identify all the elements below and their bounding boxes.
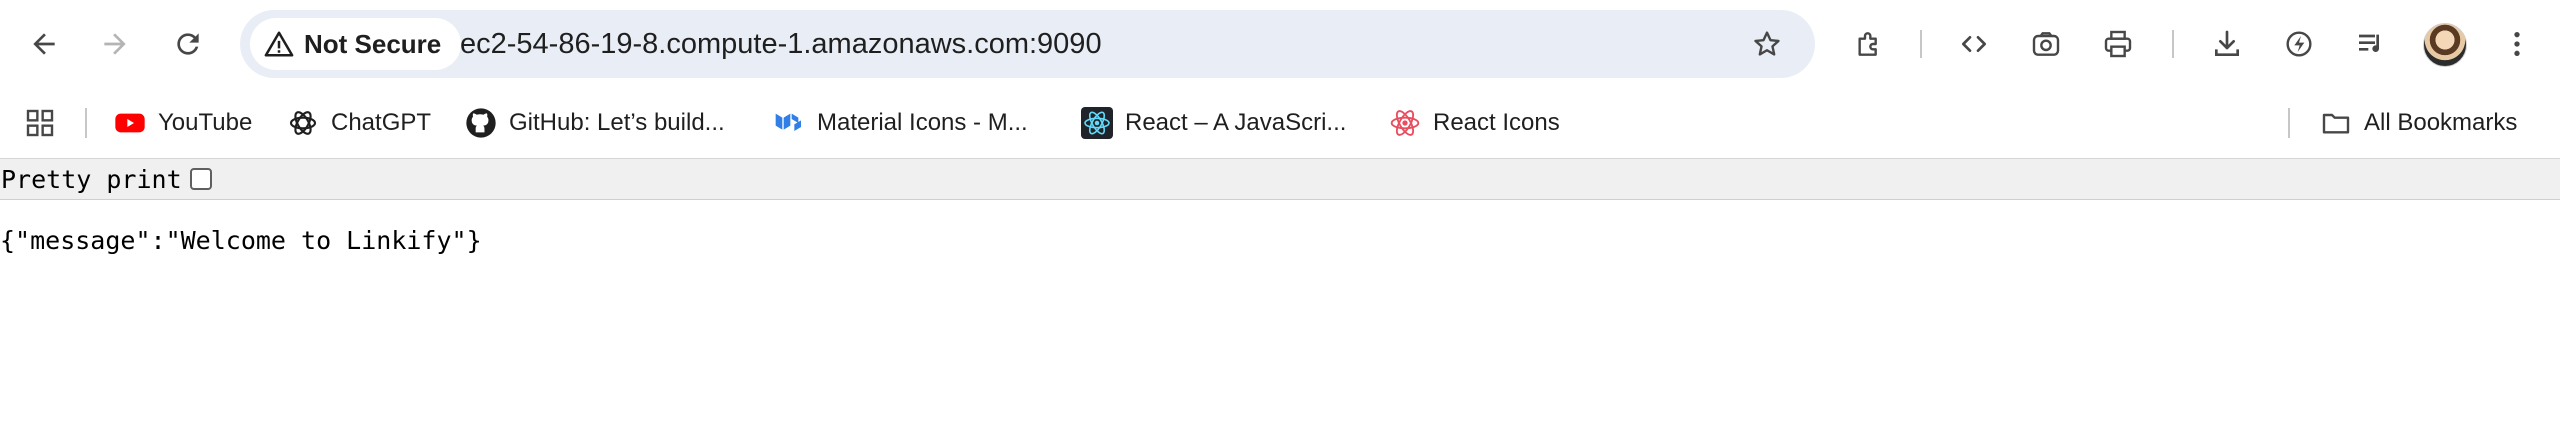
kebab-menu-icon: [2514, 32, 2520, 56]
bookmark-label: React Icons: [1433, 109, 1560, 136]
bookmark-youtube[interactable]: YouTube: [114, 88, 252, 158]
toolbar-divider: [2172, 30, 2174, 58]
performance-button[interactable]: [2277, 22, 2321, 66]
bookmarks-divider: [2288, 108, 2290, 138]
bookmark-label: GitHub: Let’s build...: [509, 109, 725, 136]
code-icon: [1962, 35, 1986, 52]
profile-avatar[interactable]: [2423, 23, 2467, 67]
toolbar-divider: [1920, 30, 1922, 58]
media-queue-button[interactable]: [2349, 22, 2393, 66]
react-icons-icon: [1389, 107, 1421, 139]
bookmark-label: ChatGPT: [331, 109, 432, 136]
material-ui-icon: [773, 107, 805, 139]
back-button[interactable]: [22, 22, 66, 66]
bookmark-react[interactable]: React – A JavaScri...: [1081, 88, 1346, 158]
dev-tools-button[interactable]: [1952, 22, 1996, 66]
back-arrow-icon: [33, 33, 55, 55]
address-bar[interactable]: Not Secure ec2-54-86-19-8.compute-1.amaz…: [240, 10, 1815, 78]
bookmarks-bar: YouTube ChatGPT GitHub: Let’s build... M…: [0, 88, 2560, 158]
browser-toolbar: Not Secure ec2-54-86-19-8.compute-1.amaz…: [0, 0, 2560, 88]
react-icon: [1081, 107, 1113, 139]
screenshot-button[interactable]: [2024, 22, 2068, 66]
screenshot-icon: [2032, 32, 2060, 56]
puzzle-icon: [1858, 32, 1877, 56]
not-secure-label: Not Secure: [304, 28, 442, 59]
bookmark-label: YouTube: [158, 109, 253, 136]
star-icon: [1754, 31, 1780, 56]
reload-button[interactable]: [166, 22, 210, 66]
media-queue-icon: [2359, 34, 2379, 52]
bookmark-material-icons[interactable]: Material Icons - M...: [773, 88, 1028, 158]
bookmark-star-button[interactable]: [1745, 22, 1789, 66]
forward-arrow-icon: [104, 33, 126, 55]
forward-button[interactable]: [93, 22, 137, 66]
extensions-button[interactable]: [1847, 22, 1891, 66]
bookmarks-divider: [85, 108, 87, 138]
all-bookmarks-button[interactable]: All Bookmarks: [2320, 88, 2517, 158]
url-text[interactable]: ec2-54-86-19-8.compute-1.amazonaws.com:9…: [460, 10, 1102, 78]
apps-grid-icon: [24, 107, 56, 139]
all-bookmarks-label: All Bookmarks: [2364, 109, 2518, 136]
downloads-button[interactable]: [2205, 22, 2249, 66]
bookmark-react-icons[interactable]: React Icons: [1389, 88, 1560, 158]
menu-button[interactable]: [2495, 22, 2539, 66]
folder-icon: [2320, 107, 2352, 139]
bookmark-label: Material Icons - M...: [817, 109, 1028, 136]
reload-icon: [177, 33, 199, 55]
pretty-print-checkbox[interactable]: [189, 168, 212, 190]
download-icon: [2215, 30, 2239, 56]
pretty-print-bar: Pretty print: [0, 158, 2560, 200]
performance-icon: [2286, 31, 2312, 57]
github-icon: [465, 107, 497, 139]
print-button[interactable]: [2096, 22, 2140, 66]
bookmark-chatgpt[interactable]: ChatGPT: [287, 88, 431, 158]
json-response-text: {"message":"Welcome to Linkify"}: [0, 226, 482, 255]
security-indicator[interactable]: Not Secure: [250, 18, 462, 70]
bookmark-label: React – A JavaScri...: [1125, 109, 1347, 136]
bookmark-github[interactable]: GitHub: Let’s build...: [465, 88, 725, 158]
apps-shortcut[interactable]: [24, 88, 56, 158]
warning-triangle-icon: [264, 31, 294, 57]
pretty-print-label: Pretty print: [1, 164, 182, 194]
youtube-icon: [114, 107, 146, 139]
print-icon: [2104, 30, 2132, 58]
chatgpt-icon: [287, 107, 319, 139]
